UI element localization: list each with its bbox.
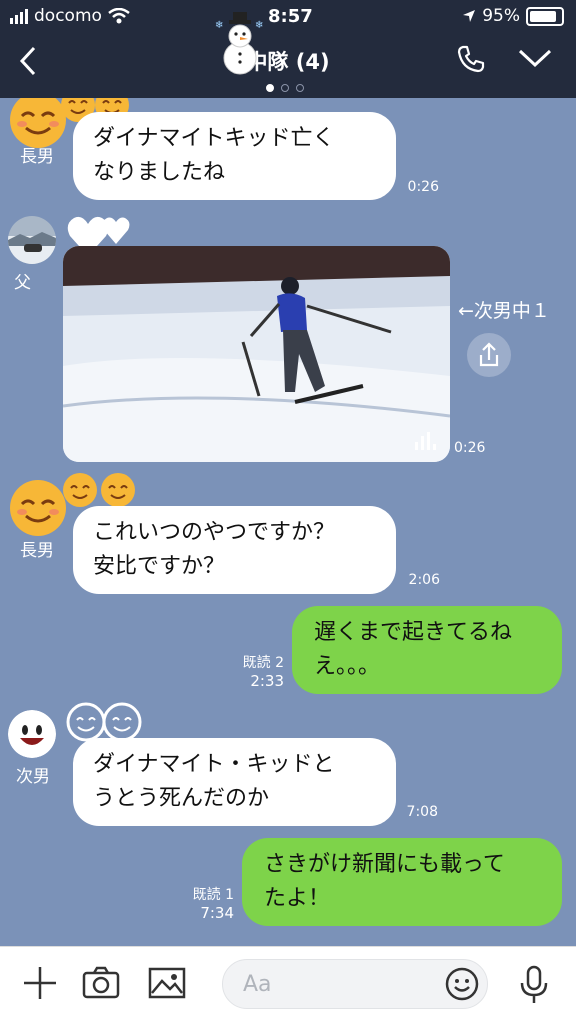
message-bubble[interactable]: ダイナマイトキッド亡く なりましたね: [73, 112, 396, 200]
voice-button[interactable]: [516, 965, 552, 1009]
sender-name: 次男: [16, 767, 50, 787]
status-bar: docomo 8:57 95%: [0, 6, 576, 28]
add-button[interactable]: [22, 965, 58, 1005]
chat-header: docomo 8:57 95% 中隊 (4) ❄ ❄: [0, 0, 576, 98]
video-message[interactable]: [63, 246, 450, 462]
location-icon: [463, 10, 476, 22]
message-bubble[interactable]: ダイナマイト・キッドと うとう死んだのか: [73, 738, 396, 826]
message-line: たよ！: [264, 886, 331, 911]
message-time: 7:34: [200, 904, 234, 922]
message-input[interactable]: Aa: [222, 959, 488, 1009]
page-indicator: [266, 84, 304, 92]
share-button[interactable]: [467, 333, 511, 377]
plus-icon: [24, 967, 56, 999]
chat-title[interactable]: 中隊 (4): [0, 46, 576, 76]
menu-button[interactable]: [518, 48, 552, 72]
message-time: 0:26: [454, 440, 486, 456]
chevron-down-icon: [518, 49, 552, 68]
message-line: え。。。: [314, 654, 381, 679]
message-line: 安比ですか？: [93, 554, 226, 579]
sender-avatar[interactable]: [8, 216, 56, 264]
signal-icon: [10, 8, 28, 24]
smile-emoji-sticker: [63, 473, 135, 507]
battery-percent: 95%: [482, 6, 520, 26]
video-thumbnail: [63, 246, 450, 462]
message-line: さきがけ新聞にも載って: [264, 852, 505, 877]
share-icon: [479, 342, 499, 367]
message-line: なりましたね: [93, 160, 226, 185]
sender-name: 長男: [20, 541, 54, 561]
carrier: docomo: [10, 6, 130, 26]
message-line: これいつのやつですか？: [93, 520, 336, 545]
read-receipt: 既読 2: [242, 655, 284, 671]
page-dot: [296, 84, 304, 92]
page-dot: [266, 84, 274, 92]
read-receipt: 既読 1: [192, 887, 234, 903]
input-placeholder: Aa: [243, 972, 272, 997]
message-time: 7:08: [406, 804, 438, 820]
phone-icon: [457, 45, 485, 73]
svg-text:❄: ❄: [255, 20, 263, 31]
snowman-icon: ❄ ❄: [215, 12, 263, 75]
outgoing-message-bubble[interactable]: 遅くまで起きてるね え。。。: [292, 606, 562, 694]
message-line: 遅くまで起きてるね: [314, 620, 513, 645]
microphone-icon: [520, 965, 548, 1003]
image-button[interactable]: [148, 965, 186, 1005]
sender-name: 長男: [20, 147, 54, 167]
image-icon: [148, 967, 186, 999]
message-line: ダイナマイトキッド亡く: [93, 126, 335, 151]
carrier-name: docomo: [34, 6, 102, 26]
message-time: 0:26: [407, 179, 439, 195]
message-bubble[interactable]: これいつのやつですか？ 安比ですか？: [73, 506, 396, 594]
message-time: 2:06: [408, 572, 440, 588]
outgoing-message-bubble[interactable]: さきがけ新聞にも載って たよ！: [242, 838, 562, 926]
sender-avatar[interactable]: [8, 710, 56, 758]
camera-icon: [82, 966, 120, 999]
svg-text:❄: ❄: [215, 20, 223, 31]
page-dot: [281, 84, 289, 92]
message-line: ダイナマイト・キッドと: [93, 752, 335, 777]
sender-name: 父: [14, 273, 31, 293]
wifi-icon: [108, 8, 130, 24]
status-right: 95%: [462, 6, 564, 26]
input-bar: Aa: [0, 946, 576, 1025]
battery-icon: [526, 6, 564, 26]
call-button[interactable]: [456, 44, 486, 78]
forward-label: ←次男中１: [458, 300, 550, 322]
chat-area[interactable]: 長男 ダイナマイトキッド亡く なりましたね 0:26 父 ←次男中１ 0:26 …: [0, 98, 576, 946]
message-line: うとう死んだのか: [93, 786, 270, 811]
emoji-icon[interactable]: [445, 967, 479, 1001]
message-time: 2:33: [250, 672, 284, 690]
clock: 8:57: [268, 6, 313, 27]
nav-bar: 中隊 (4): [0, 38, 576, 82]
smile-emoji-avatar[interactable]: [8, 478, 68, 538]
face-sticker: [66, 702, 142, 742]
camera-button[interactable]: [82, 965, 120, 1005]
